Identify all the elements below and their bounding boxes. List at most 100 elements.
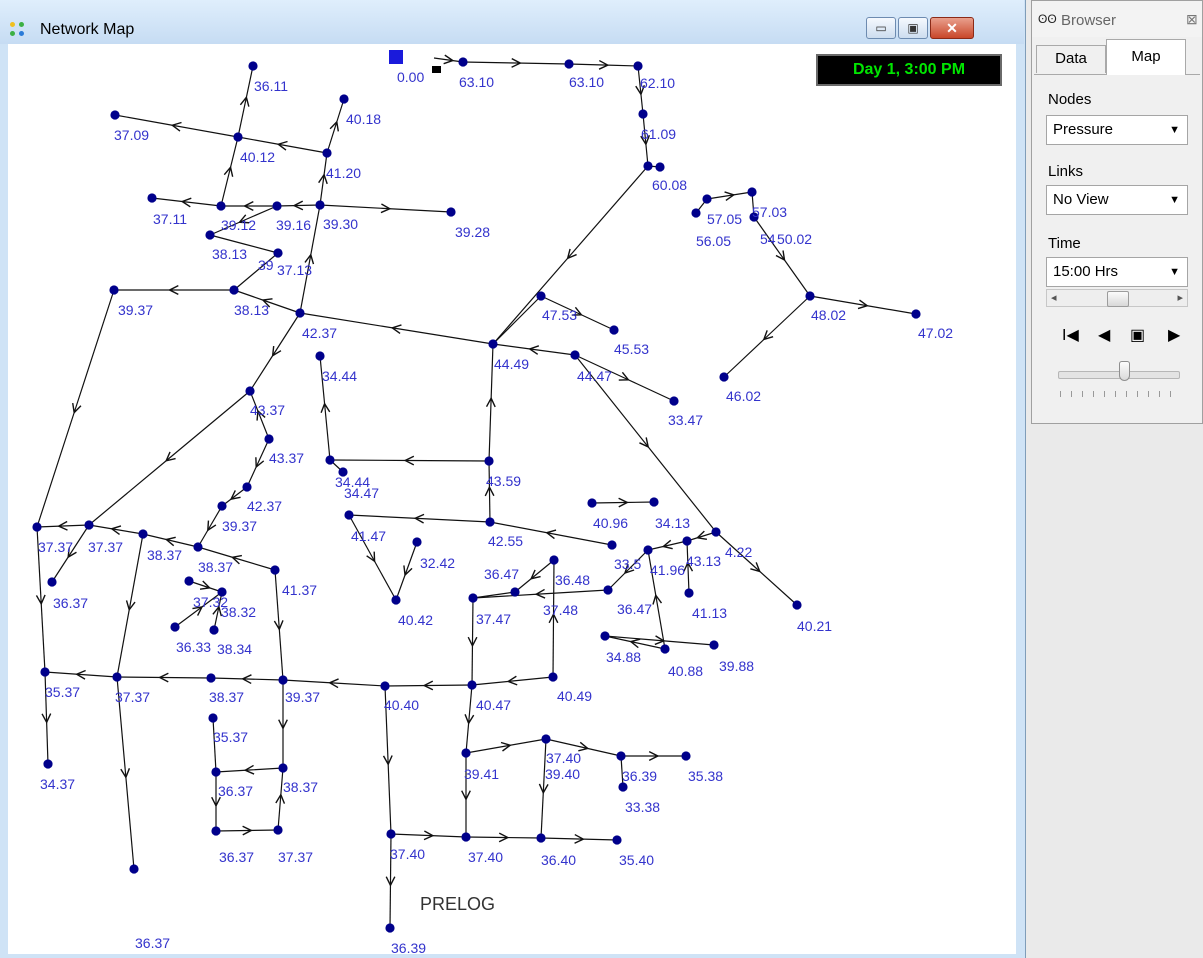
junction-node[interactable] xyxy=(391,595,401,605)
junction-node[interactable] xyxy=(461,832,471,842)
junction-node[interactable] xyxy=(270,565,280,575)
pipe-link[interactable] xyxy=(384,685,473,686)
junction-node[interactable] xyxy=(643,161,653,171)
pipe-link[interactable] xyxy=(540,838,618,840)
junction-node[interactable] xyxy=(233,132,243,142)
junction-node[interactable] xyxy=(217,501,227,511)
junction-node[interactable] xyxy=(138,529,148,539)
junction-node[interactable] xyxy=(380,681,390,691)
pipe-link[interactable] xyxy=(715,531,798,606)
pipe-link[interactable] xyxy=(188,580,223,593)
pipe-link[interactable] xyxy=(753,216,811,297)
junction-node[interactable] xyxy=(344,510,354,520)
junction-node[interactable] xyxy=(216,201,226,211)
junction-node[interactable] xyxy=(273,248,283,258)
pipe-link[interactable] xyxy=(210,678,284,680)
pipe-link[interactable] xyxy=(116,533,144,678)
pipe-link[interactable] xyxy=(514,559,555,593)
junction-node[interactable] xyxy=(570,350,580,360)
pipe-link[interactable] xyxy=(36,289,115,528)
pipe-link[interactable] xyxy=(282,680,386,686)
junction-node[interactable] xyxy=(193,542,203,552)
pipe-link[interactable] xyxy=(215,830,279,831)
pipe-link[interactable] xyxy=(472,597,473,686)
junction-node[interactable] xyxy=(616,751,626,761)
pipe-link[interactable] xyxy=(220,136,239,207)
junction-node[interactable] xyxy=(485,517,495,527)
junction-node[interactable] xyxy=(211,826,221,836)
junction-node[interactable] xyxy=(638,109,648,119)
browser-header[interactable]: ʘʘ Browser ⊠ xyxy=(1032,1,1202,37)
junction-node[interactable] xyxy=(147,193,157,203)
junction-node[interactable] xyxy=(205,230,215,240)
junction-node[interactable] xyxy=(112,672,122,682)
pipe-link[interactable] xyxy=(647,541,688,551)
pipe-link[interactable] xyxy=(604,636,715,646)
junction-node[interactable] xyxy=(273,825,283,835)
pipe-link[interactable] xyxy=(489,460,490,523)
junction-node[interactable] xyxy=(315,200,325,210)
pipe-link[interactable] xyxy=(553,559,554,678)
junction-node[interactable] xyxy=(682,536,692,546)
pipe-link[interactable] xyxy=(465,837,542,838)
junction-node[interactable] xyxy=(385,923,395,933)
links-select[interactable]: No View ▼ xyxy=(1046,185,1188,215)
junction-node[interactable] xyxy=(691,208,701,218)
junction-node[interactable] xyxy=(467,680,477,690)
junction-node[interactable] xyxy=(549,555,559,565)
junction-node[interactable] xyxy=(603,585,613,595)
pipe-link[interactable] xyxy=(246,438,270,488)
pipe-link[interactable] xyxy=(249,312,301,392)
reservoir-icon[interactable] xyxy=(389,50,403,64)
junction-node[interactable] xyxy=(541,734,551,744)
junction-node[interactable] xyxy=(633,61,643,71)
junction-node[interactable] xyxy=(600,631,610,641)
junction-node[interactable] xyxy=(609,325,619,335)
junction-node[interactable] xyxy=(272,201,282,211)
junction-node[interactable] xyxy=(386,829,396,839)
tab-data[interactable]: Data xyxy=(1036,45,1106,73)
pipe-link[interactable] xyxy=(151,197,222,206)
network-map-canvas[interactable]: 36.11 37.09 40.18 40.12 41.20 37.11 39.12 39.16… xyxy=(8,44,1016,954)
pipe-link[interactable] xyxy=(471,677,554,686)
step-back-button[interactable]: ◀ xyxy=(1098,325,1110,345)
browser-close-button[interactable]: ⊠ xyxy=(1186,11,1198,28)
pipe-link[interactable] xyxy=(116,676,135,870)
junction-node[interactable] xyxy=(747,187,757,197)
junction-node[interactable] xyxy=(607,540,617,550)
junction-node[interactable] xyxy=(587,498,597,508)
junction-node[interactable] xyxy=(446,207,456,217)
junction-node[interactable] xyxy=(484,456,494,466)
junction-node[interactable] xyxy=(278,675,288,685)
junction-node[interactable] xyxy=(325,455,335,465)
pipe-link[interactable] xyxy=(390,834,467,837)
pipe-link[interactable] xyxy=(489,343,493,462)
junction-node[interactable] xyxy=(468,593,478,603)
pipe-link[interactable] xyxy=(116,677,212,678)
junction-node[interactable] xyxy=(660,644,670,654)
junction-node[interactable] xyxy=(911,309,921,319)
rewind-button[interactable]: I◀ xyxy=(1062,325,1079,345)
junction-node[interactable] xyxy=(322,148,332,158)
tab-map[interactable]: Map xyxy=(1106,39,1186,75)
junction-node[interactable] xyxy=(709,640,719,650)
pipe-link[interactable] xyxy=(237,65,254,138)
junction-node[interactable] xyxy=(170,622,180,632)
junction-node[interactable] xyxy=(264,434,274,444)
animation-speed-slider[interactable] xyxy=(1119,361,1130,381)
pipe-link[interactable] xyxy=(88,524,144,534)
junction-node[interactable] xyxy=(536,291,546,301)
pipe-link[interactable] xyxy=(472,590,609,598)
junction-node[interactable] xyxy=(681,751,691,761)
junction-node[interactable] xyxy=(109,285,119,295)
pipe-link[interactable] xyxy=(319,205,452,212)
junction-node[interactable] xyxy=(184,576,194,586)
junction-node[interactable] xyxy=(684,588,694,598)
pipe-link[interactable] xyxy=(142,533,199,548)
junction-node[interactable] xyxy=(458,57,468,67)
junction-node[interactable] xyxy=(315,351,325,361)
junction-node[interactable] xyxy=(655,162,665,172)
pipe-link[interactable] xyxy=(591,502,655,503)
junction-node[interactable] xyxy=(206,673,216,683)
junction-node[interactable] xyxy=(32,522,42,532)
